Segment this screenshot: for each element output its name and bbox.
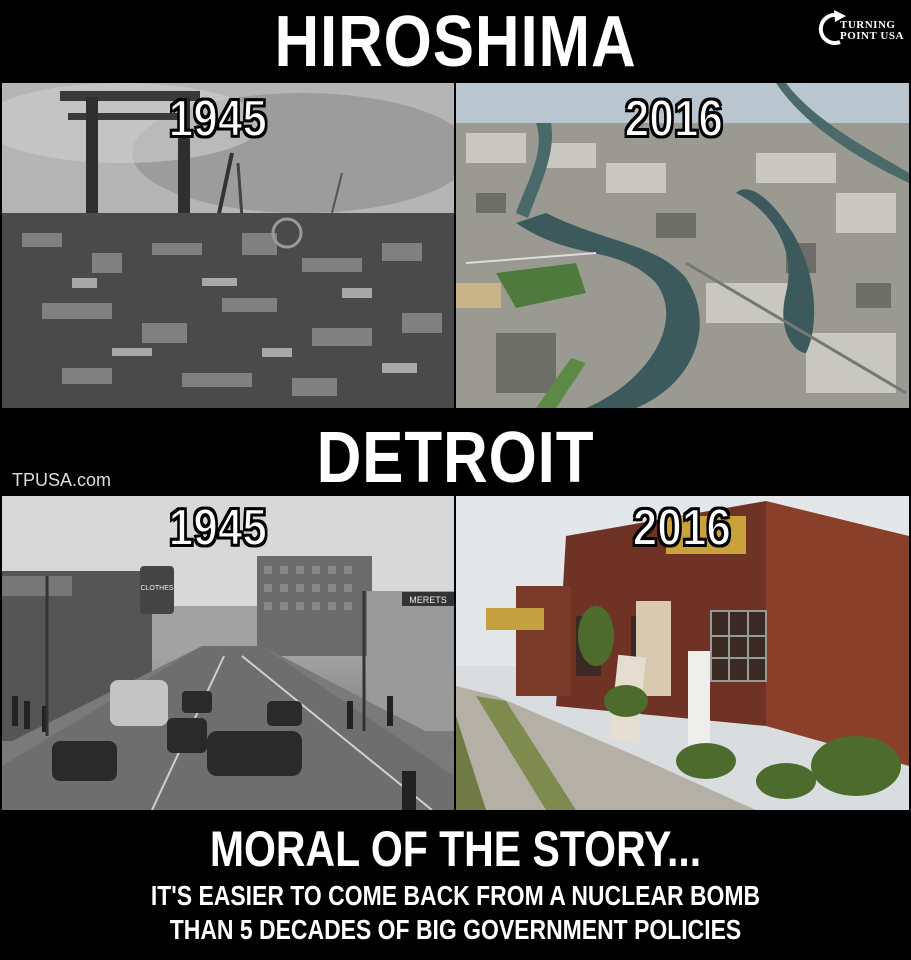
header-band: HIROSHIMA TURNING POINT USA: [0, 0, 911, 83]
merets-sign-text: MERETS: [409, 595, 447, 605]
hiroshima-2016-photo: 2016: [456, 83, 909, 408]
year-label-hiroshima-1945: 1945: [168, 90, 268, 148]
moral-line-2: THAN 5 DECADES OF BIG GOVERNMENT POLICIE…: [169, 914, 742, 945]
detroit-2016-photo: 2016: [456, 496, 909, 810]
clothes-sign-text: CLOTHES: [140, 585, 173, 592]
logo-text-line2: POINT USA: [840, 30, 904, 42]
footer-band: MORAL OF THE STORY... IT'S EASIER TO COM…: [0, 810, 911, 960]
year-label-hiroshima-2016: 2016: [624, 90, 724, 148]
hiroshima-1945-photo: 1945: [2, 83, 454, 408]
turning-point-logo: TURNING POINT USA: [818, 8, 908, 52]
year-label-detroit-2016: 2016: [632, 499, 732, 557]
year-label-detroit-1945: 1945: [168, 499, 268, 557]
detroit-1945-photo: CLOTHES MERETS 1945: [2, 496, 454, 810]
detroit-band: DETROIT TPUSA.com: [0, 408, 911, 496]
moral-headline: MORAL OF THE STORY...: [209, 821, 702, 877]
section-title-detroit: DETROIT: [316, 418, 595, 498]
page-title: HIROSHIMA: [274, 2, 637, 82]
moral-line-1: IT'S EASIER TO COME BACK FROM A NUCLEAR …: [150, 880, 761, 911]
site-watermark: TPUSA.com: [12, 470, 112, 490]
